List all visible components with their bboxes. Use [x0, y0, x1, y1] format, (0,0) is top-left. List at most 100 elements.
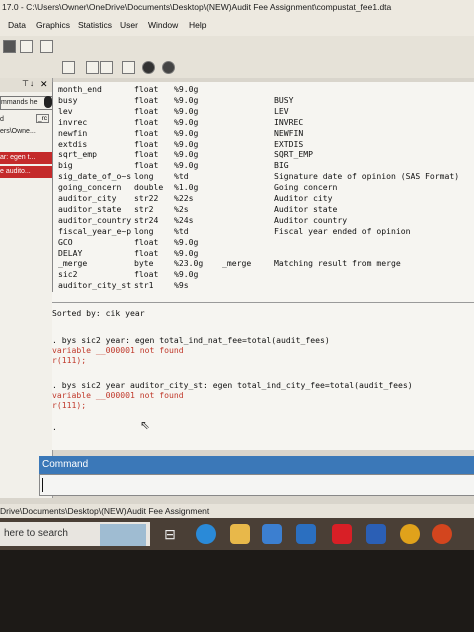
- history-pane-header: ⊤ ↓ ✕: [0, 78, 52, 92]
- variable-format: %td: [174, 225, 189, 236]
- variable-name: month_end: [58, 84, 102, 94]
- variable-name: sic2: [58, 269, 78, 280]
- variable-name: auditor_country: [58, 214, 132, 225]
- menu-window[interactable]: Window: [148, 14, 178, 36]
- variable-label: INVREC: [274, 116, 304, 127]
- variable-type: float: [134, 94, 159, 105]
- menu-bar: Data Graphics Statistics User Window Hel…: [0, 14, 474, 36]
- variable-type: str22: [134, 193, 159, 203]
- error-message: variable __000001 not found: [52, 390, 184, 400]
- search-highlight-image: [100, 524, 146, 546]
- variable-name: extdis: [58, 138, 88, 149]
- variable-label: Auditor state: [274, 203, 338, 214]
- break-icon[interactable]: [162, 61, 175, 74]
- view-icon[interactable]: [20, 40, 33, 53]
- variable-name: GCO: [58, 236, 73, 247]
- variable-name: invrec: [58, 116, 88, 127]
- history-pane: ⊤ ↓ ✕ mmands he d _rc ers\Owne... ar: eg…: [0, 78, 54, 498]
- variable-name: auditor_city: [58, 193, 117, 203]
- variable-format: %9.0g: [174, 105, 199, 116]
- command-echo: . bys sic2 year auditor_city_st: egen to…: [52, 380, 413, 390]
- variable-type: float: [134, 247, 159, 258]
- menu-data[interactable]: Data: [8, 14, 26, 36]
- menu-statistics[interactable]: Statistics: [78, 14, 112, 36]
- netflix-icon[interactable]: [332, 524, 352, 544]
- task-view-icon[interactable]: ⊟: [160, 524, 180, 544]
- variable-type: str24: [134, 214, 159, 225]
- more-icon[interactable]: [142, 61, 155, 74]
- status-bar: Drive\Documents\Desktop\(NEW)Audit Fee A…: [0, 504, 474, 518]
- powerpoint-icon[interactable]: [432, 524, 452, 544]
- variable-label: SQRT_EMP: [274, 149, 313, 160]
- toolbar: [0, 58, 474, 78]
- variable-type: float: [134, 116, 159, 127]
- variable-type: float: [134, 138, 159, 149]
- variable-label: NEWFIN: [274, 127, 304, 138]
- command-echo: . bys sic2 year: egen total_ind_nat_fee=…: [52, 335, 330, 345]
- history-item-error[interactable]: ar: egen t...: [0, 152, 52, 164]
- variable-format: %9.0g: [174, 236, 199, 247]
- history-item-error[interactable]: e audito...: [0, 166, 52, 178]
- variable-label: EXTDIS: [274, 138, 304, 149]
- variable-label: LEV: [274, 105, 289, 116]
- results-window: month_end float %9.0g busy float %9.0g BUSY lev…: [52, 82, 474, 450]
- variable-format: %9.0g: [174, 247, 199, 258]
- variable-format: %2s: [174, 203, 189, 214]
- variable-name: auditor_city_st: [58, 280, 132, 291]
- variable-format: %9.0g: [174, 116, 199, 127]
- variable-label: BUSY: [274, 94, 294, 105]
- variable-label: Fiscal year ended of opinion: [274, 225, 411, 236]
- store-icon[interactable]: [262, 524, 282, 544]
- variable-label: Going concern: [274, 182, 338, 193]
- word-icon[interactable]: [366, 524, 386, 544]
- variable-type: float: [134, 236, 159, 247]
- info-icon: [44, 96, 52, 108]
- command-input[interactable]: [39, 474, 474, 496]
- results-left-border: [52, 82, 53, 292]
- variable-name: auditor_state: [58, 203, 122, 214]
- chrome-icon[interactable]: [400, 524, 420, 544]
- sorted-by-text: Sorted by: cik year: [52, 308, 145, 318]
- variable-label: BIG: [274, 160, 289, 171]
- edge-icon[interactable]: [196, 524, 216, 544]
- dock-icon[interactable]: ↓: [30, 79, 34, 88]
- variable-format: %9s: [174, 280, 189, 291]
- variable-format: %td: [174, 171, 189, 182]
- variable-format: %9.0g: [174, 94, 199, 105]
- text-cursor: [42, 478, 43, 492]
- variable-type: float: [134, 105, 159, 116]
- data-browser-icon[interactable]: [100, 61, 113, 74]
- data-editor-icon[interactable]: [86, 61, 99, 74]
- history-item[interactable]: ers\Owne...: [0, 126, 52, 138]
- pin-icon[interactable]: ⊤: [22, 79, 29, 88]
- variable-label: Auditor country: [274, 214, 348, 225]
- monitor-bezel: [0, 550, 474, 632]
- mail-icon[interactable]: [296, 524, 316, 544]
- variable-type: float: [134, 160, 159, 171]
- variable-type: double: [134, 182, 164, 193]
- close-icon[interactable]: ✕: [40, 79, 48, 90]
- variable-value-label: _merge: [222, 258, 252, 269]
- taskbar: here to search ⊟: [0, 518, 474, 550]
- do-file-icon[interactable]: [62, 61, 75, 74]
- error-message: variable __000001 not found: [52, 345, 184, 355]
- variable-type: long: [134, 171, 154, 182]
- file-explorer-icon[interactable]: [230, 524, 250, 544]
- command-panel-title: Command: [39, 456, 474, 474]
- menu-user[interactable]: User: [120, 14, 138, 36]
- variable-format: %9.0g: [174, 160, 199, 171]
- divider: [52, 302, 474, 303]
- variables-manager-icon[interactable]: [122, 61, 135, 74]
- menu-graphics[interactable]: Graphics: [36, 14, 70, 36]
- variable-format: %24s: [174, 214, 194, 225]
- variable-type: byte: [134, 258, 154, 269]
- variable-name: big: [58, 160, 73, 171]
- variable-format: %9.0g: [174, 84, 199, 94]
- variable-format: %22s: [174, 193, 194, 203]
- menu-help[interactable]: Help: [189, 14, 206, 36]
- graph-icon[interactable]: [40, 40, 53, 53]
- save-icon[interactable]: [3, 40, 16, 53]
- window-title: 17.0 - C:\Users\Owner\OneDrive\Documents…: [0, 0, 474, 14]
- variable-name: lev: [58, 105, 73, 116]
- variable-name: DELAY: [58, 247, 83, 258]
